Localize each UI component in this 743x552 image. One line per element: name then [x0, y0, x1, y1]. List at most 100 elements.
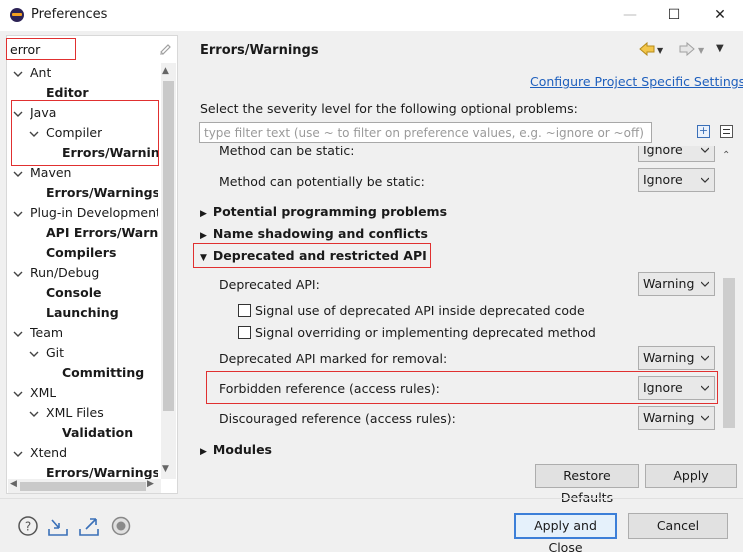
tree-item[interactable]: Git	[46, 345, 64, 360]
deprecated-api-label: Deprecated API:	[219, 277, 320, 292]
tree-item-label: Xtend	[30, 445, 68, 460]
chevron-right-icon: ▶	[200, 209, 207, 219]
filter-highlight	[6, 38, 76, 60]
tree-item-label: Console	[46, 285, 102, 300]
deprecated-removal-select[interactable]: Warning	[638, 346, 715, 370]
tree-item[interactable]: Errors/Warnings	[46, 185, 158, 200]
chevron-down-icon[interactable]	[13, 209, 23, 219]
tree-item-label: Git	[46, 345, 65, 360]
tree-item-label: XML	[30, 385, 57, 400]
window-title: Preferences	[31, 7, 108, 22]
section-deprecated-api[interactable]: ▼ Deprecated and restricted API	[200, 248, 427, 263]
chevron-down-icon[interactable]	[13, 389, 23, 399]
expand-all-icon[interactable]: +	[697, 125, 710, 138]
scroll-up-icon[interactable]: ⌃	[722, 150, 730, 161]
section-potential-problems[interactable]: ▶ Potential programming problems	[200, 204, 447, 219]
deprecated-removal-value: Warning	[643, 350, 695, 365]
record-icon[interactable]	[110, 515, 132, 537]
forbidden-reference-value: Ignore	[643, 380, 683, 395]
chevron-down-icon[interactable]	[29, 349, 39, 359]
tree-item-label: Team	[30, 325, 64, 340]
deprecated-api-select[interactable]: Warning	[638, 272, 715, 296]
apply-button[interactable]: Apply	[645, 464, 737, 488]
back-icon[interactable]	[638, 41, 656, 57]
scroll-left-icon[interactable]: ◀	[10, 479, 17, 489]
tree-item[interactable]: Errors/Warnings	[46, 465, 158, 480]
section-modules[interactable]: ▶ Modules	[200, 442, 272, 457]
forward-icon[interactable]	[678, 41, 696, 57]
close-button[interactable]: ✕	[700, 4, 740, 26]
tree-item-label: Compilers	[46, 245, 117, 260]
maximize-button[interactable]: ☐	[654, 4, 694, 26]
tree-item[interactable]: XML Files	[46, 405, 104, 420]
cancel-button[interactable]: Cancel	[628, 513, 728, 539]
discouraged-reference-select[interactable]: Warning	[638, 406, 715, 430]
scroll-up-icon[interactable]: ▲	[162, 66, 169, 76]
restore-defaults-button[interactable]: Restore Defaults	[535, 464, 639, 505]
apply-and-close-button[interactable]: Apply and Close	[514, 513, 617, 552]
tree-item-label: Validation	[62, 425, 134, 440]
tree-item[interactable]: Validation	[62, 425, 133, 440]
collapse-all-icon[interactable]	[720, 125, 733, 138]
method-static-select[interactable]: Ignore	[638, 146, 715, 162]
tree-item[interactable]: Run/Debug	[30, 265, 99, 280]
deprecated-api-value: Warning	[643, 276, 695, 291]
discouraged-reference-label: Discouraged reference (access rules):	[219, 411, 456, 426]
scroll-right-icon[interactable]: ▶	[147, 479, 154, 489]
chevron-down-icon[interactable]	[13, 329, 23, 339]
chevron-down-icon	[701, 147, 709, 153]
tree-item-label: Launching	[46, 305, 119, 320]
tree-item[interactable]: Committing	[62, 365, 144, 380]
signal-use-checkbox[interactable]	[238, 304, 251, 317]
tree-item-label: XML Files	[46, 405, 104, 420]
method-static-label: Method can be static:	[219, 146, 355, 158]
tree-scroll-thumb[interactable]	[163, 81, 174, 411]
chevron-down-icon[interactable]	[13, 449, 23, 459]
chevron-down-icon[interactable]	[29, 409, 39, 419]
tree-item[interactable]: Xtend	[30, 445, 67, 460]
deprecated-removal-label: Deprecated API marked for removal:	[219, 351, 448, 366]
chevron-down-icon[interactable]	[13, 69, 23, 79]
option-filter-input[interactable]	[199, 122, 652, 143]
forbidden-reference-label: Forbidden reference (access rules):	[219, 381, 440, 396]
import-icon[interactable]	[47, 515, 69, 537]
options-scroll-area: Method can be static: Ignore Method can …	[190, 146, 718, 459]
tree-item[interactable]: Maven	[30, 165, 71, 180]
tree-item[interactable]: XML	[30, 385, 56, 400]
scroll-down-icon[interactable]: ▼	[162, 464, 169, 474]
chevron-down-icon[interactable]	[13, 169, 23, 179]
minimize-button[interactable]: —	[610, 4, 650, 26]
method-potential-static-label: Method can potentially be static:	[219, 174, 425, 189]
back-menu-icon[interactable]: ▼	[657, 46, 663, 55]
export-icon[interactable]	[78, 515, 100, 537]
tree-hscroll-thumb[interactable]	[20, 482, 146, 491]
tree-item[interactable]: Launching	[46, 305, 119, 320]
tree-item[interactable]: API Errors/Warnin	[46, 225, 158, 240]
chevron-down-icon	[701, 177, 709, 183]
footer-separator	[0, 498, 743, 499]
discouraged-reference-value: Warning	[643, 410, 695, 425]
tree-item[interactable]: Compilers	[46, 245, 116, 260]
options-scroll-thumb[interactable]	[723, 278, 735, 428]
help-icon[interactable]: ?	[17, 515, 39, 537]
chevron-down-icon: ▼	[200, 253, 207, 263]
tree-item[interactable]: Team	[30, 325, 63, 340]
method-potential-static-select[interactable]: Ignore	[638, 168, 715, 192]
chevron-right-icon: ▶	[200, 231, 207, 241]
forbidden-reference-select[interactable]: Ignore	[638, 376, 715, 400]
tree-item[interactable]: Editor	[46, 85, 89, 100]
forward-menu-icon[interactable]: ▼	[698, 46, 704, 55]
eclipse-logo-icon	[10, 8, 24, 22]
menu-icon[interactable]: ▼	[716, 43, 724, 54]
tree-item[interactable]: Ant	[30, 65, 51, 80]
configure-project-settings-link[interactable]: Configure Project Specific Settings...	[530, 74, 743, 89]
tree-item[interactable]: Console	[46, 285, 101, 300]
section-name-shadowing[interactable]: ▶ Name shadowing and conflicts	[200, 226, 428, 241]
chevron-down-icon[interactable]	[13, 269, 23, 279]
signal-override-checkbox[interactable]	[238, 326, 251, 339]
signal-override-label: Signal overriding or implementing deprec…	[255, 325, 596, 340]
tree-item[interactable]: Plug-in Development	[30, 205, 158, 220]
clear-filter-icon[interactable]	[158, 41, 172, 55]
method-potential-static-value: Ignore	[643, 172, 683, 187]
chevron-down-icon	[701, 355, 709, 361]
